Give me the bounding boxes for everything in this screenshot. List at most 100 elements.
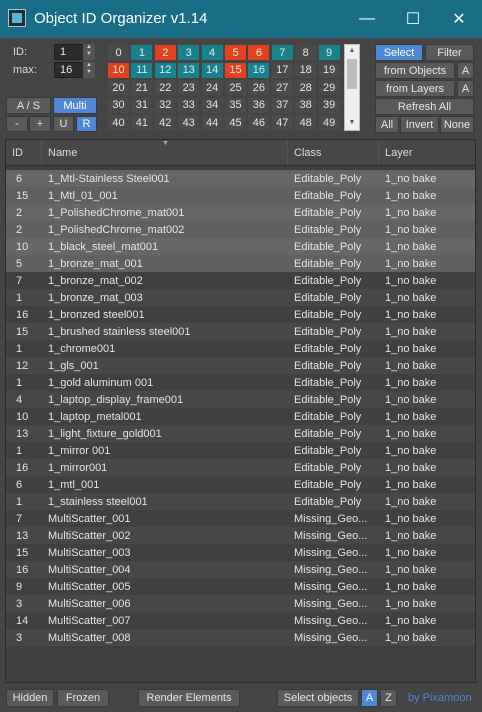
id-cell[interactable]: 17 [271, 62, 293, 78]
id-cell[interactable]: 11 [131, 62, 153, 78]
column-header-id[interactable]: ID [6, 140, 42, 165]
column-header-layer[interactable]: Layer [379, 140, 475, 165]
id-cell[interactable]: 14 [201, 62, 223, 78]
table-row[interactable]: 9 MultiScatter_005 Missing_Geo... 1_no bake [6, 578, 475, 595]
id-cell[interactable]: 43 [178, 115, 200, 131]
frozen-button[interactable]: Frozen [57, 689, 109, 707]
id-cell[interactable]: 42 [154, 115, 176, 131]
id-cell[interactable]: 16 [248, 62, 270, 78]
scroll-down-icon[interactable]: ▼ [345, 118, 359, 128]
id-cell[interactable]: 22 [154, 80, 176, 96]
scroll-up-icon[interactable]: ▲ [345, 46, 359, 56]
id-cell[interactable]: 4 [201, 45, 223, 60]
from-layers-button[interactable]: from Layers [375, 80, 455, 97]
as-button[interactable]: A / S [6, 97, 51, 114]
id-cell[interactable]: 12 [154, 62, 176, 78]
table-row[interactable]: 6 1_Mtl-Stainless Steel001 Editable_Poly 1_… [6, 170, 475, 187]
id-cell[interactable]: 18 [295, 62, 317, 78]
select-objects-a-button[interactable]: A [361, 689, 378, 707]
all-button[interactable]: All [375, 116, 399, 133]
table-row[interactable]: 3 MultiScatter_006 Missing_Geo... 1_no bake [6, 595, 475, 612]
table-row[interactable]: 1 1_gold aluminum 001 Editable_Poly 1_no ba… [6, 374, 475, 391]
table-row[interactable]: 7 1_bronze_mat_002 Editable_Poly 1_no bake [6, 272, 475, 289]
r-button[interactable]: R [76, 116, 97, 132]
table-row[interactable]: 15 MultiScatter_003 Missing_Geo... 1_no bak… [6, 544, 475, 561]
id-cell[interactable]: 30 [108, 97, 129, 113]
table-row[interactable]: 2 1_PolishedChrome_mat001 Editable_Poly 1_n… [6, 204, 475, 221]
from-layers-a-button[interactable]: A [457, 80, 474, 97]
table-row[interactable]: 16 1_mirror001 Editable_Poly 1_no bake [6, 459, 475, 476]
id-cell[interactable]: 37 [271, 97, 293, 113]
close-button[interactable]: ✕ [436, 0, 482, 38]
id-cell[interactable]: 5 [225, 45, 246, 60]
table-row[interactable]: 13 1_light_fixture_gold001 Editable_Poly 1_… [6, 425, 475, 442]
table-row[interactable]: 2 1_PolishedChrome_mat002 Editable_Poly 1_n… [6, 221, 475, 238]
table-row[interactable]: 12 1_gls_001 Editable_Poly 1_no bake [6, 357, 475, 374]
id-spinner-arrows[interactable]: ▲ ▼ [83, 44, 95, 60]
table-row[interactable]: 16 1_bronzed steel001 Editable_Poly 1_no ba… [6, 306, 475, 323]
id-cell[interactable]: 19 [318, 62, 340, 78]
table-row[interactable]: 14 MultiScatter_007 Missing_Geo... 1_no bak… [6, 612, 475, 629]
table-row[interactable]: 15 1_Mtl_01_001 Editable_Poly 1_no bake [6, 187, 475, 204]
column-header-class[interactable]: Class [288, 140, 379, 165]
id-cell[interactable]: 28 [295, 80, 317, 96]
id-cell[interactable]: 15 [225, 62, 246, 78]
id-cell[interactable]: 24 [201, 80, 223, 96]
none-button[interactable]: None [440, 116, 474, 133]
table-row[interactable]: 4 1_laptop_display_frame001 Editable_Poly 1… [6, 391, 475, 408]
from-objects-button[interactable]: from Objects [375, 62, 455, 79]
select-objects-z-button[interactable]: Z [380, 689, 397, 707]
table-row[interactable]: 1 1_chrome001 Editable_Poly 1_no bake [6, 340, 475, 357]
select-objects-button[interactable]: Select objects [277, 689, 359, 707]
object-list[interactable]: ID Name ▼ Class Layer 6 1_Mtl-Stainless S… [5, 139, 476, 683]
table-row[interactable]: 10 1_laptop_metal001 Editable_Poly 1_no bak… [6, 408, 475, 425]
id-cell[interactable]: 10 [108, 62, 129, 78]
id-cell[interactable]: 0 [108, 45, 129, 60]
id-cell[interactable]: 1 [131, 45, 153, 60]
id-cell[interactable]: 13 [178, 62, 200, 78]
id-cell[interactable]: 26 [248, 80, 270, 96]
table-row[interactable]: 10 1_black_steel_mat001 Editable_Poly 1_no … [6, 238, 475, 255]
id-cell[interactable]: 27 [271, 80, 293, 96]
table-row[interactable]: 1 1_stainless steel001 Editable_Poly 1_no b… [6, 493, 475, 510]
id-cell[interactable]: 34 [201, 97, 223, 113]
table-row[interactable]: 6 1_mtl_001 Editable_Poly 1_no bake [6, 476, 475, 493]
id-cell[interactable]: 9 [318, 45, 340, 60]
filter-button[interactable]: Filter [425, 44, 474, 61]
id-cell[interactable]: 6 [248, 45, 270, 60]
minus-button[interactable]: - [6, 116, 28, 132]
id-cell[interactable]: 36 [248, 97, 270, 113]
id-cell[interactable]: 41 [131, 115, 153, 131]
grid-scrollbar[interactable]: ▲ ▼ [344, 44, 360, 131]
id-cell[interactable]: 23 [178, 80, 200, 96]
id-cell[interactable]: 40 [108, 115, 129, 131]
table-row[interactable]: 1 1_bronze_mat_003 Editable_Poly 1_no bake [6, 289, 475, 306]
id-cell[interactable]: 33 [178, 97, 200, 113]
table-row[interactable]: 7 MultiScatter_001 Missing_Geo... 1_no bake [6, 510, 475, 527]
id-cell[interactable]: 8 [295, 45, 317, 60]
invert-button[interactable]: Invert [400, 116, 439, 133]
id-cell[interactable]: 45 [225, 115, 246, 131]
minimize-button[interactable]: — [344, 0, 390, 38]
id-cell[interactable]: 32 [154, 97, 176, 113]
refresh-all-button[interactable]: Refresh All [375, 98, 474, 115]
id-cell[interactable]: 49 [318, 115, 340, 131]
render-elements-button[interactable]: Render Elements [138, 689, 240, 707]
hidden-button[interactable]: Hidden [6, 689, 54, 707]
table-row[interactable]: 16 MultiScatter_004 Missing_Geo... 1_no bak… [6, 561, 475, 578]
id-cell[interactable]: 29 [318, 80, 340, 96]
multi-button[interactable]: Multi [53, 97, 97, 114]
scroll-thumb[interactable] [347, 59, 357, 89]
maximize-button[interactable]: ☐ [390, 0, 436, 38]
id-cell[interactable]: 20 [108, 80, 129, 96]
id-cell[interactable]: 35 [225, 97, 246, 113]
table-row[interactable]: 1 1_mirror 001 Editable_Poly 1_no bake [6, 442, 475, 459]
id-cell[interactable]: 3 [178, 45, 200, 60]
table-row[interactable]: 3 MultiScatter_008 Missing_Geo... 1_no bake [6, 629, 475, 646]
from-objects-a-button[interactable]: A [457, 62, 474, 79]
id-cell[interactable]: 25 [225, 80, 246, 96]
id-cell[interactable]: 46 [248, 115, 270, 131]
id-cell[interactable]: 38 [295, 97, 317, 113]
id-cell[interactable]: 7 [271, 45, 293, 60]
plus-button[interactable]: + [29, 116, 51, 132]
